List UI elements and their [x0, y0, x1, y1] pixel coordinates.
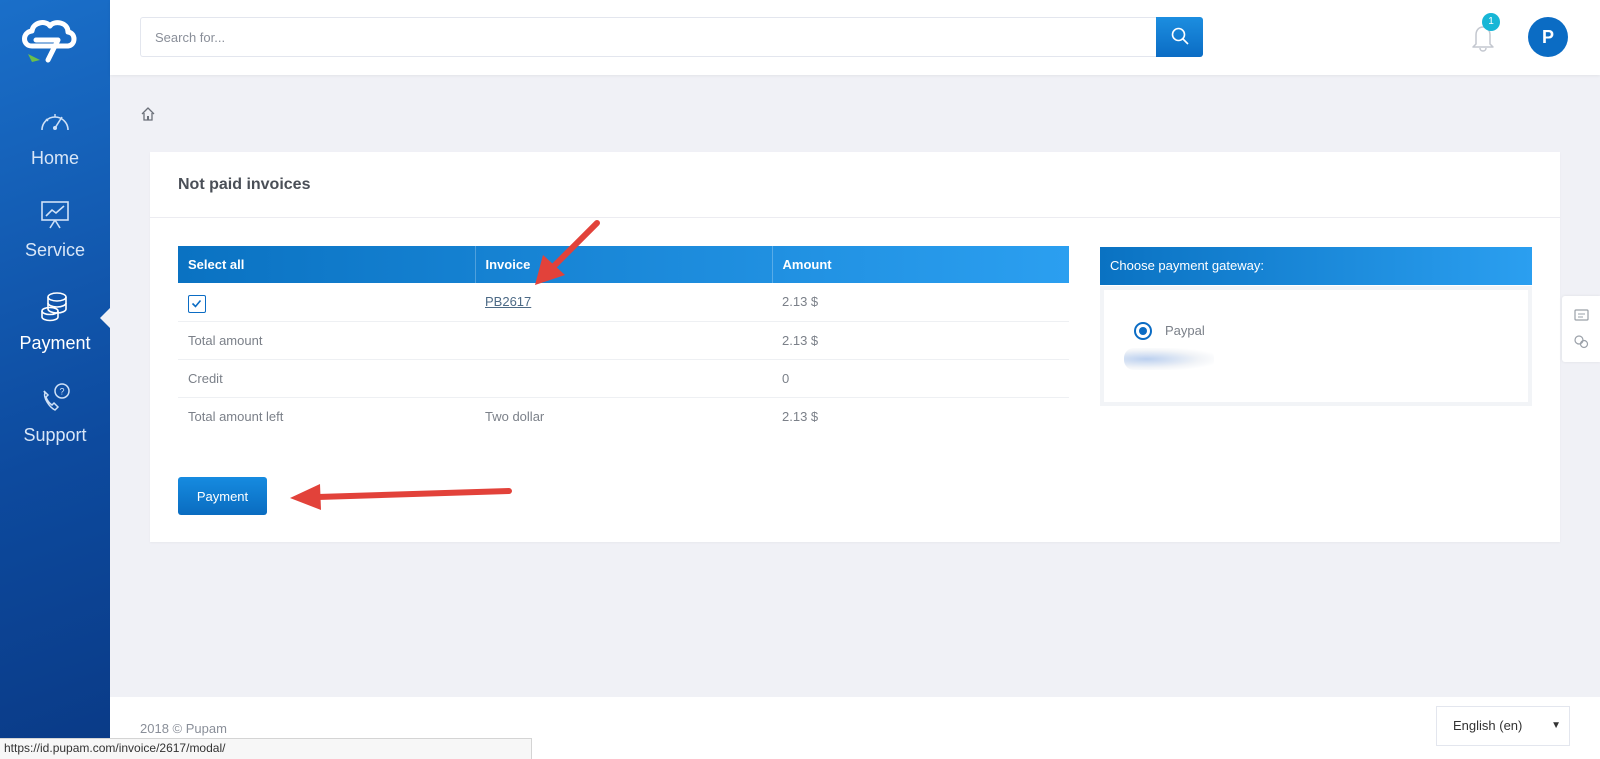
sidebar-item-payment[interactable]: Payment [0, 289, 110, 354]
amount-header: Amount [782, 257, 832, 272]
presentation-chart-icon [41, 201, 69, 229]
language-value: English (en) [1453, 718, 1523, 733]
invoices-table: Select all Invoice Amount PB2617 2.13 $ … [178, 246, 1069, 435]
chat-icon[interactable] [1562, 296, 1600, 362]
blurred-gateway-option[interactable] [1124, 348, 1214, 370]
paypal-radio[interactable] [1134, 322, 1152, 340]
notification-badge: 1 [1482, 13, 1500, 31]
status-url: https://id.pupam.com/invoice/2617/modal/ [0, 738, 532, 759]
sidebar-item-label: Payment [19, 333, 91, 353]
active-indicator [100, 306, 112, 330]
select-all-header[interactable]: Select all [178, 246, 476, 283]
phone-question-icon: ? [43, 383, 70, 411]
row-label: Total amount left [188, 408, 284, 424]
divider [150, 217, 1560, 218]
sidebar-item-label: Home [30, 148, 79, 168]
amount-words-cell: Two dollar [485, 408, 545, 424]
coins-icon [41, 292, 67, 322]
sidebar-item-home[interactable]: Home [0, 104, 110, 169]
gateway-panel: Paypal [1100, 286, 1532, 406]
invoice-link[interactable]: PB2617 [485, 294, 531, 309]
language-select[interactable]: English (en) ▼ [1436, 706, 1570, 746]
invoices-card: Not paid invoices Select all Invoice Amo… [150, 152, 1560, 542]
sidebar-item-service[interactable]: Service [0, 196, 110, 261]
row-label: Total amount [178, 321, 475, 360]
sidebar: Home Service Payment ? Support [0, 0, 112, 759]
home-icon[interactable] [140, 106, 156, 122]
amount-cell: 0 [772, 359, 1069, 398]
floating-tools [1562, 296, 1600, 362]
invoice-cell [475, 359, 772, 398]
invoice-checkbox[interactable] [188, 295, 206, 314]
table-row: PB2617 2.13 $ [178, 283, 1069, 322]
copyright: 2018 © Pupam [140, 721, 227, 736]
svg-text:?: ? [59, 387, 64, 397]
card-title: Not paid invoices [178, 176, 311, 193]
speedometer-icon [41, 114, 69, 131]
caret-down-icon: ▼ [1551, 720, 1561, 731]
amount-cell: 2.13 $ [782, 408, 819, 424]
search-icon [1171, 27, 1189, 45]
search-input[interactable] [140, 17, 1156, 57]
payment-button[interactable]: Payment [178, 477, 267, 515]
invoice-cell [475, 321, 772, 360]
amount-cell: 2.13 $ [772, 321, 1069, 360]
pupam-logo-icon[interactable] [18, 16, 78, 66]
checkbox-cell [178, 283, 475, 322]
amount-cell: 2.13 $ [772, 283, 1069, 322]
sidebar-item-support[interactable]: ? Support [0, 381, 110, 446]
row-label: Credit [178, 359, 475, 398]
table-row: Credit 0 [178, 359, 1069, 398]
invoice-cell: PB2617 [475, 283, 772, 322]
sidebar-item-label: Support [23, 425, 87, 445]
table-header-row: Select all Invoice Amount [178, 246, 1069, 283]
avatar[interactable]: P [1528, 17, 1568, 57]
paypal-label[interactable]: Paypal [1165, 323, 1205, 338]
sidebar-item-label: Service [24, 240, 86, 260]
top-bar: 1 P [110, 0, 1600, 75]
invoice-header: Invoice [475, 246, 773, 283]
check-icon [191, 300, 202, 308]
search-button[interactable] [1156, 17, 1203, 57]
table-row: Total amount left Two dollar 2.13 $ [178, 397, 1069, 435]
table-row: Total amount 2.13 $ [178, 321, 1069, 360]
gateway-title: Choose payment gateway: [1100, 247, 1532, 285]
